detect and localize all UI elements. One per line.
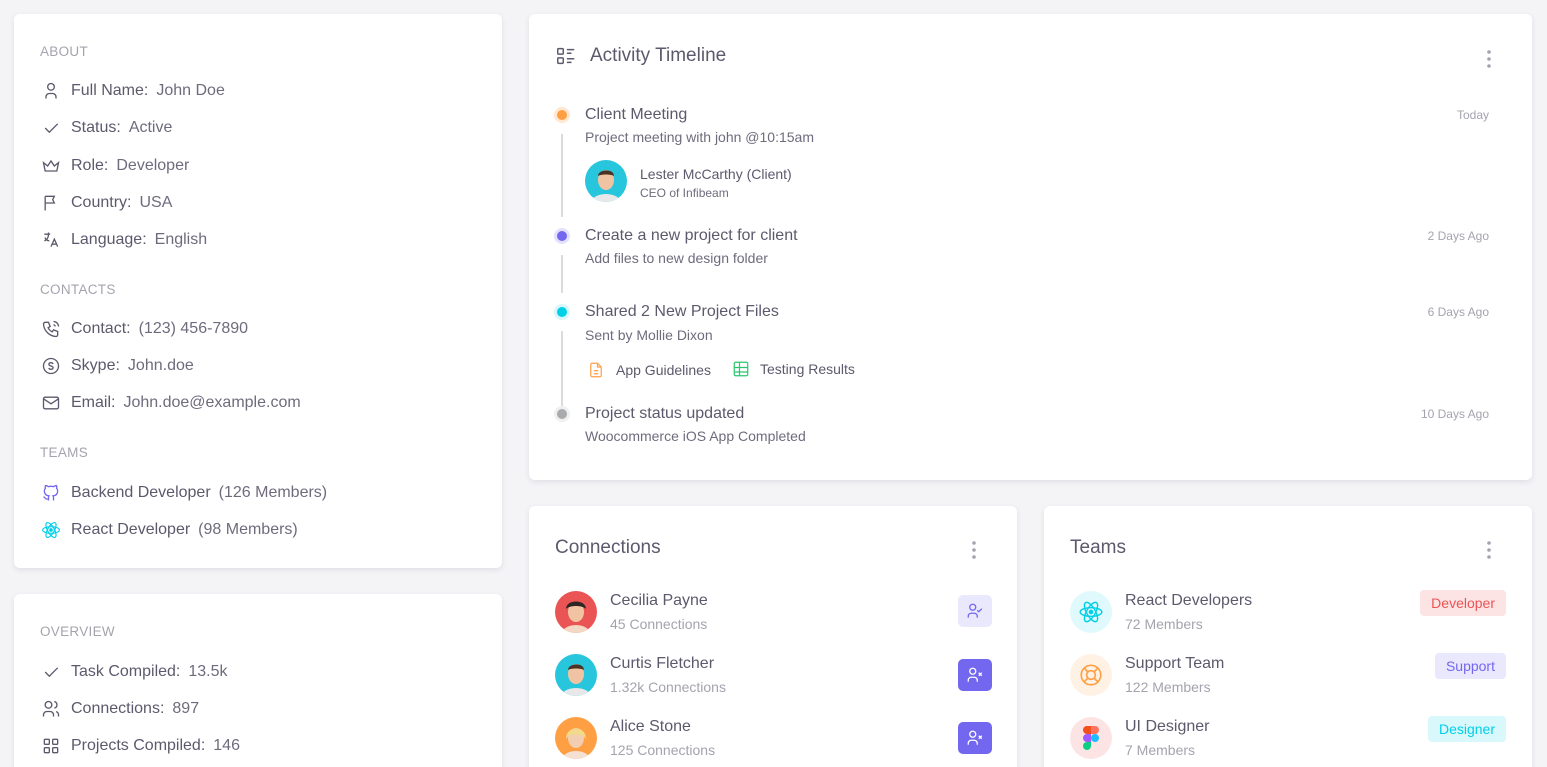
timeline-event-title: Client Meeting [585, 106, 688, 123]
about-status: Status: Active [40, 117, 172, 139]
overview-connections: Connections: 897 [40, 698, 199, 720]
timeline-event-time: 10 Days Ago [1420, 407, 1489, 421]
overview-section-title: OVERVIEW [40, 624, 115, 639]
contact-email: Email: John.doe@example.com [40, 392, 301, 414]
team-members: 7 Members [1125, 742, 1196, 758]
team-name: UI Designer [1125, 718, 1210, 735]
team-name: Support Team [1125, 655, 1225, 672]
overview-projects-compiled: Projects Compiled: 146 [40, 735, 240, 757]
connect-user-button[interactable] [958, 722, 992, 754]
flag-icon [40, 192, 62, 214]
team-members: 72 Members [1125, 616, 1203, 632]
client-name: Lester McCarthy (Client) [640, 166, 792, 182]
mail-icon [40, 392, 62, 414]
team-name: React Developers [1125, 592, 1253, 609]
user-icon [40, 80, 62, 102]
teams-title: Teams [1070, 537, 1126, 558]
language-icon [40, 229, 62, 251]
connections-more-icon[interactable] [971, 540, 977, 560]
timeline-event-time: 2 Days Ago [1427, 229, 1489, 243]
user-check-icon [966, 602, 984, 620]
users-icon [40, 698, 62, 720]
contacts-section-title: CONTACTS [40, 282, 116, 297]
team-backend: Backend Developer (126 Members) [40, 482, 327, 504]
lifebuoy-icon [1078, 662, 1104, 688]
connection-name: Curtis Fletcher [610, 655, 715, 672]
about-role: Role: Developer [40, 155, 189, 177]
phone-icon [40, 318, 62, 340]
connections-title: Connections [555, 537, 661, 558]
timeline-event-title: Create a new project for client [585, 227, 798, 244]
team-avatar [1070, 717, 1112, 759]
figma-icon [1083, 726, 1099, 750]
team-badge-support: Support [1434, 653, 1506, 679]
check-icon [40, 661, 62, 683]
timeline-dot-secondary [554, 406, 570, 422]
team-avatar [1070, 654, 1112, 696]
react-icon [1078, 599, 1104, 625]
team-react: React Developer (98 Members) [40, 519, 298, 541]
contact-skype: Skype: John.doe [40, 355, 194, 377]
connect-user-button[interactable] [958, 659, 992, 691]
user-x-icon [966, 666, 984, 684]
timeline-event-title: Project status updated [585, 405, 745, 422]
timeline-more-icon[interactable] [1486, 49, 1492, 69]
timeline-dot-primary [554, 228, 570, 244]
table-icon [732, 360, 750, 378]
timeline-title: Activity Timeline [590, 45, 727, 66]
timeline-event-title: Shared 2 New Project Files [585, 303, 779, 320]
connection-count: 125 Connections [610, 742, 716, 758]
file-testing-results[interactable]: Testing Results [732, 360, 855, 378]
avatar [555, 654, 597, 696]
contact-phone: Contact: (123) 456-7890 [40, 318, 248, 340]
timeline-event-time: 6 Days Ago [1427, 305, 1489, 319]
list-details-icon [555, 45, 577, 67]
about-section-title: ABOUT [40, 44, 89, 59]
timeline-event-subtitle: Woocommerce iOS App Completed [585, 428, 806, 444]
avatar [555, 591, 597, 633]
overview-card: OVERVIEW Task Compiled: 13.5k Connection… [14, 594, 502, 767]
check-icon [40, 117, 62, 139]
about-language: Language: English [40, 229, 207, 251]
timeline-event-subtitle: Sent by Mollie Dixon [585, 327, 713, 343]
avatar [555, 717, 597, 759]
client-role: CEO of Infibeam [640, 186, 729, 200]
about-card: ABOUT Full Name: John Doe Status: Active… [14, 14, 502, 568]
team-avatar [1070, 591, 1112, 633]
crown-icon [40, 155, 62, 177]
grid-icon [40, 735, 62, 757]
document-icon [587, 360, 605, 380]
connection-name: Cecilia Payne [610, 592, 708, 609]
about-country: Country: USA [40, 192, 172, 214]
github-icon [40, 482, 62, 504]
timeline-event-subtitle: Project meeting with john @10:15am [585, 129, 814, 145]
timeline-connector [561, 134, 563, 217]
skype-icon [40, 355, 62, 377]
overview-task-compiled: Task Compiled: 13.5k [40, 661, 228, 683]
timeline-event-time: Today [1456, 108, 1489, 122]
team-members: 122 Members [1125, 679, 1211, 695]
timeline-dot-warning [554, 107, 570, 123]
timeline-dot-info [554, 304, 570, 320]
client-avatar [585, 160, 627, 202]
teams-card: Teams React Developers 72 Members Develo… [1044, 506, 1532, 767]
activity-timeline-card: Activity Timeline Client Meeting Project… [529, 14, 1532, 480]
timeline-event-subtitle: Add files to new design folder [585, 250, 768, 266]
team-badge-developer: Developer [1420, 590, 1506, 616]
file-app-guidelines[interactable]: App Guidelines [587, 360, 711, 380]
connection-name: Alice Stone [610, 718, 691, 735]
user-x-icon [966, 729, 984, 747]
connected-user-button[interactable] [958, 595, 992, 627]
about-full-name: Full Name: John Doe [40, 80, 225, 102]
team-badge-designer: Designer [1427, 716, 1506, 742]
teams-more-icon[interactable] [1486, 540, 1492, 560]
timeline-connector [561, 255, 563, 293]
connections-card: Connections Cecilia Payne 45 Connections… [529, 506, 1017, 767]
timeline-connector [561, 331, 563, 406]
react-icon [40, 519, 62, 541]
teams-section-title: TEAMS [40, 445, 89, 460]
connection-count: 1.32k Connections [610, 679, 726, 695]
connection-count: 45 Connections [610, 616, 708, 632]
